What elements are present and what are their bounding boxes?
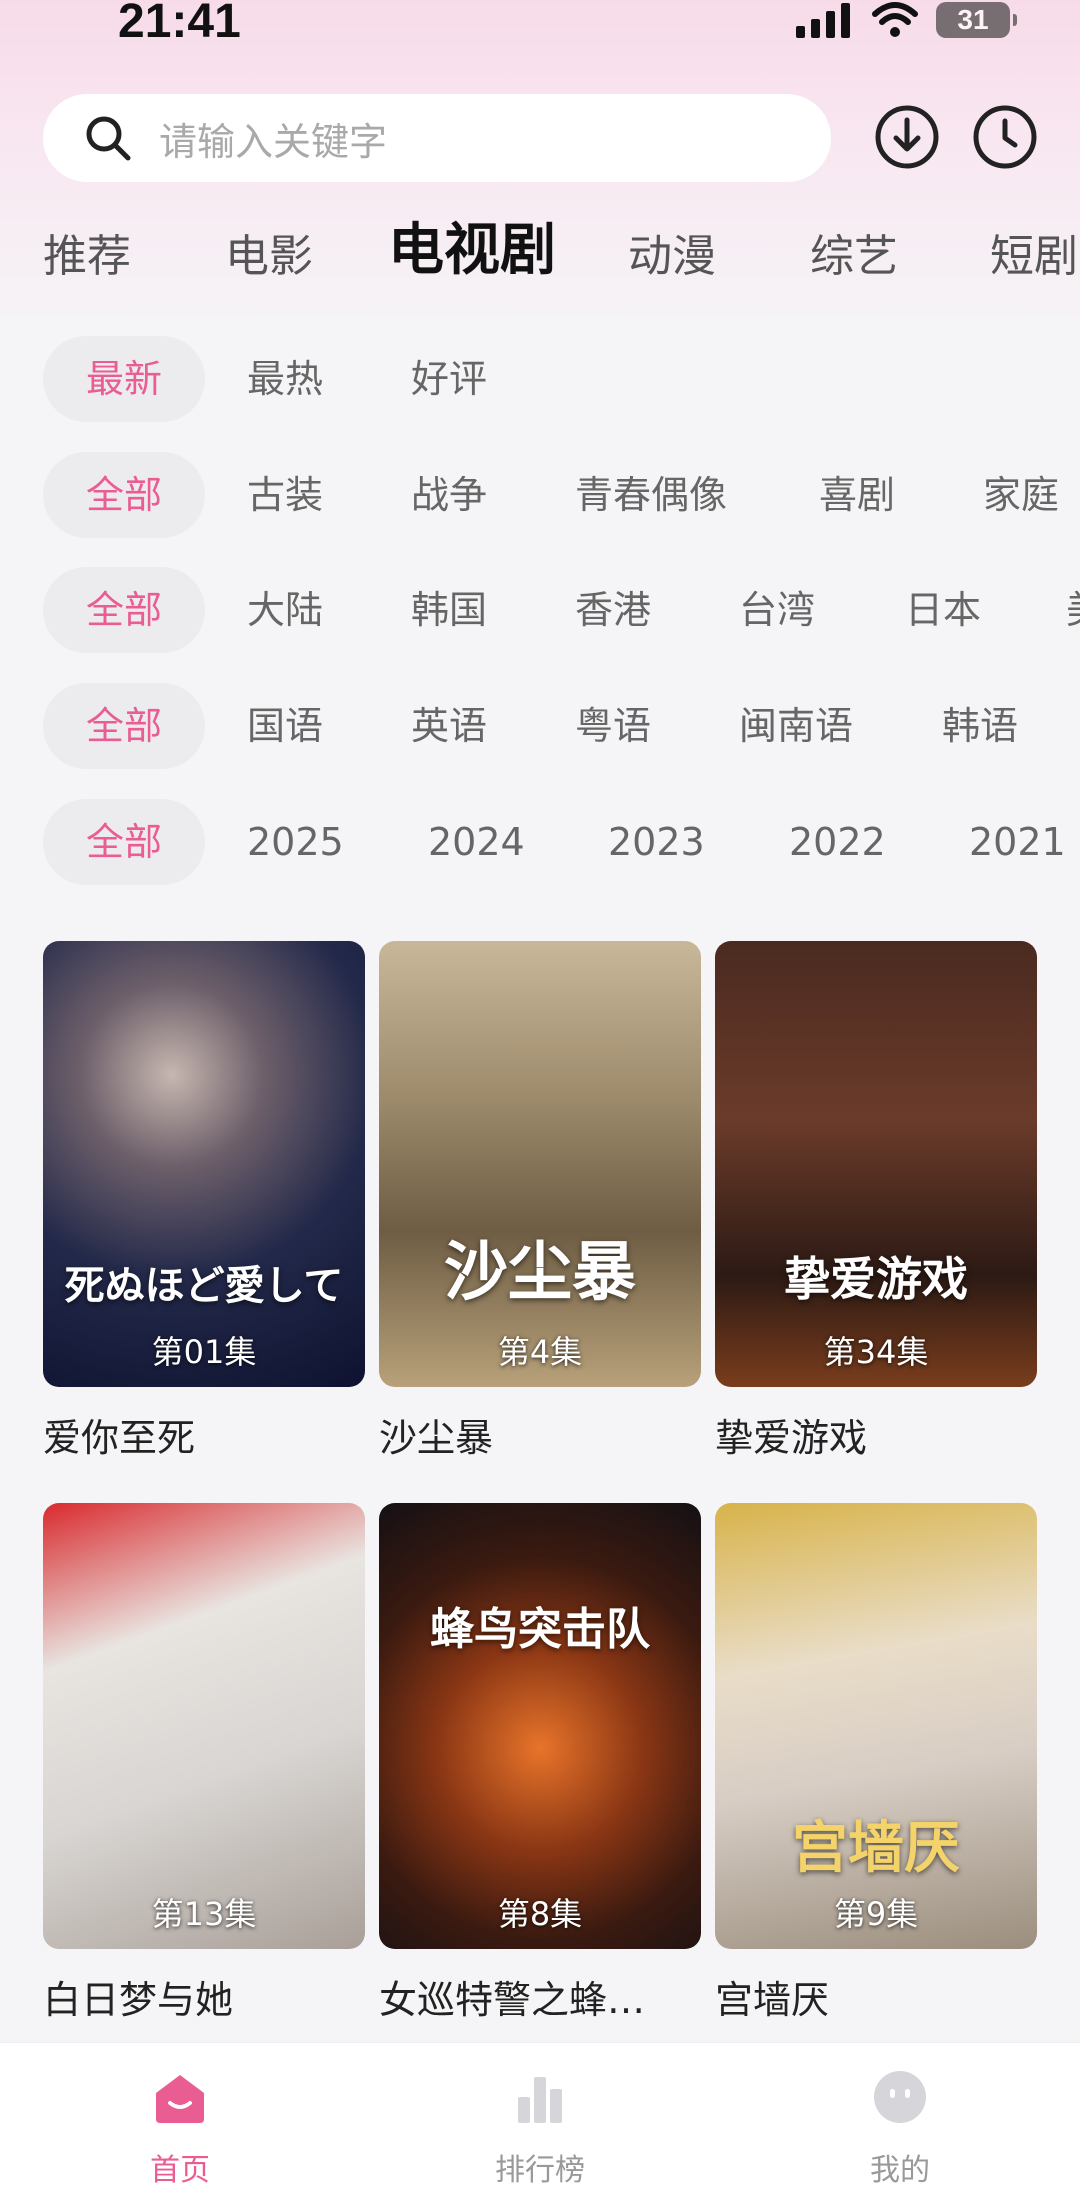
- search-input[interactable]: 请输入关键字: [43, 94, 831, 182]
- filter-chip[interactable]: 2023: [608, 799, 705, 885]
- search-icon: [86, 116, 131, 161]
- show-title: 爱你至死: [43, 1416, 196, 1460]
- poster-image: 第13集: [43, 1503, 365, 1949]
- filter-chip[interactable]: 2024: [428, 799, 525, 885]
- tab-movie[interactable]: 电影: [225, 225, 313, 289]
- filter-chip[interactable]: 战争: [411, 452, 487, 538]
- battery-indicator: 31: [936, 2, 1017, 38]
- filter-chip[interactable]: 美: [1066, 567, 1080, 653]
- poster-image: 死ぬほど愛して 第01集: [43, 941, 365, 1387]
- show-card[interactable]: 第13集 白日梦与她: [43, 1503, 365, 2024]
- episode-badge: 第34集: [823, 1333, 929, 1371]
- filter-chip[interactable]: 英语: [411, 683, 487, 769]
- filter-row-language: 全部 国语 英语 粤语 闽南语 韩语: [0, 683, 1080, 769]
- filter-chip-selected[interactable]: 最新: [43, 336, 205, 422]
- poster-title-art: 蜂鸟突击队: [430, 1604, 650, 1655]
- poster-title-art: 死ぬほど愛して: [64, 1262, 344, 1309]
- poster-title-art: 挚爱游戏: [784, 1252, 968, 1306]
- show-title: 白日梦与她: [43, 1978, 234, 2022]
- filter-chip[interactable]: 2022: [789, 799, 886, 885]
- poster-image: 宫墙厌 第9集: [715, 1503, 1037, 1949]
- filter-chip[interactable]: 闽南语: [739, 683, 853, 769]
- filter-chip[interactable]: 韩国: [411, 567, 487, 653]
- filter-chip[interactable]: 家庭: [983, 452, 1059, 538]
- status-icons: 31: [796, 2, 1017, 38]
- episode-badge: 第13集: [151, 1895, 257, 1933]
- nav-item-profile[interactable]: 我的: [820, 2069, 980, 2189]
- filter-chip-selected[interactable]: 全部: [43, 452, 205, 538]
- nav-label: 首页: [150, 2153, 210, 2188]
- search-placeholder: 请输入关键字: [159, 119, 388, 164]
- filter-chip[interactable]: 喜剧: [819, 452, 895, 538]
- profile-icon: [874, 2071, 926, 2123]
- show-title: 女巡特警之蜂…: [379, 1978, 646, 2022]
- wifi-icon: [872, 2, 918, 37]
- filter-chip[interactable]: 粤语: [575, 683, 651, 769]
- filter-chip-selected[interactable]: 全部: [43, 683, 205, 769]
- filter-chip[interactable]: 好评: [411, 336, 487, 422]
- episode-badge: 第4集: [497, 1333, 583, 1371]
- nav-item-ranking[interactable]: 排行榜: [460, 2069, 620, 2189]
- filter-chip[interactable]: 最热: [247, 336, 323, 422]
- home-icon: [156, 2075, 204, 2123]
- poster-image: 沙尘暴 第4集: [379, 941, 701, 1387]
- show-card[interactable]: 蜂鸟突击队 第8集 女巡特警之蜂…: [379, 1503, 701, 2024]
- filter-chip[interactable]: 大陆: [247, 567, 323, 653]
- filter-chip[interactable]: 2025: [247, 799, 344, 885]
- tab-recommend[interactable]: 推荐: [43, 225, 131, 289]
- filter-row-genre: 全部 古装 战争 青春偶像 喜剧 家庭: [0, 452, 1080, 538]
- show-title: 沙尘暴: [379, 1416, 494, 1460]
- filter-chip[interactable]: 香港: [575, 567, 651, 653]
- filter-chip-selected[interactable]: 全部: [43, 567, 205, 653]
- download-icon[interactable]: [874, 104, 940, 170]
- filter-row-sort: 最新 最热 好评: [0, 336, 1080, 422]
- nav-item-home[interactable]: 首页: [100, 2069, 260, 2189]
- tab-anime[interactable]: 动漫: [628, 225, 716, 289]
- show-card[interactable]: 挚爱游戏 第34集 挚爱游戏: [715, 941, 1037, 1462]
- category-tabs: 推荐 电影 电视剧 动漫 综艺 短剧: [0, 219, 1080, 295]
- episode-badge: 第9集: [833, 1895, 919, 1933]
- filter-chip[interactable]: 国语: [247, 683, 323, 769]
- status-bar: 21:41 31: [0, 0, 1080, 48]
- ranking-icon: [518, 2077, 562, 2123]
- tab-short-drama[interactable]: 短剧: [990, 225, 1078, 289]
- filter-chip[interactable]: 2021: [969, 799, 1066, 885]
- filter-chip[interactable]: 古装: [247, 452, 323, 538]
- poster-title-art: 沙尘暴: [444, 1235, 636, 1310]
- signal-icon: [796, 3, 850, 38]
- filter-chip[interactable]: 韩语: [942, 683, 1018, 769]
- nav-label: 我的: [870, 2153, 930, 2188]
- filter-chip-selected[interactable]: 全部: [43, 799, 205, 885]
- filter-chip[interactable]: 日本: [905, 567, 981, 653]
- show-card[interactable]: 沙尘暴 第4集 沙尘暴: [379, 941, 701, 1462]
- show-card[interactable]: 死ぬほど愛して 第01集 爱你至死: [43, 941, 365, 1462]
- status-time: 21:41: [118, 0, 241, 48]
- filter-chip[interactable]: 台湾: [739, 567, 815, 653]
- history-clock-icon[interactable]: [972, 104, 1038, 170]
- poster-title-art: 宫墙厌: [792, 1815, 960, 1881]
- episode-badge: 第01集: [151, 1333, 257, 1371]
- episode-badge: 第8集: [497, 1895, 583, 1933]
- show-title: 宫墙厌: [715, 1978, 830, 2022]
- poster-image: 挚爱游戏 第34集: [715, 941, 1037, 1387]
- filter-chip[interactable]: 青春偶像: [575, 452, 727, 538]
- poster-image: 蜂鸟突击队 第8集: [379, 1503, 701, 1949]
- show-card[interactable]: 宫墙厌 第9集 宫墙厌: [715, 1503, 1037, 2024]
- tab-tv-series[interactable]: 电视剧: [388, 219, 556, 283]
- bottom-nav: 首页 排行榜 我的: [0, 2042, 1080, 2201]
- filter-row-year: 全部 2025 2024 2023 2022 2021: [0, 799, 1080, 885]
- show-title: 挚爱游戏: [715, 1416, 868, 1460]
- filter-row-region: 全部 大陆 韩国 香港 台湾 日本 美: [0, 567, 1080, 653]
- tab-variety[interactable]: 综艺: [810, 225, 898, 289]
- nav-label: 排行榜: [495, 2153, 585, 2188]
